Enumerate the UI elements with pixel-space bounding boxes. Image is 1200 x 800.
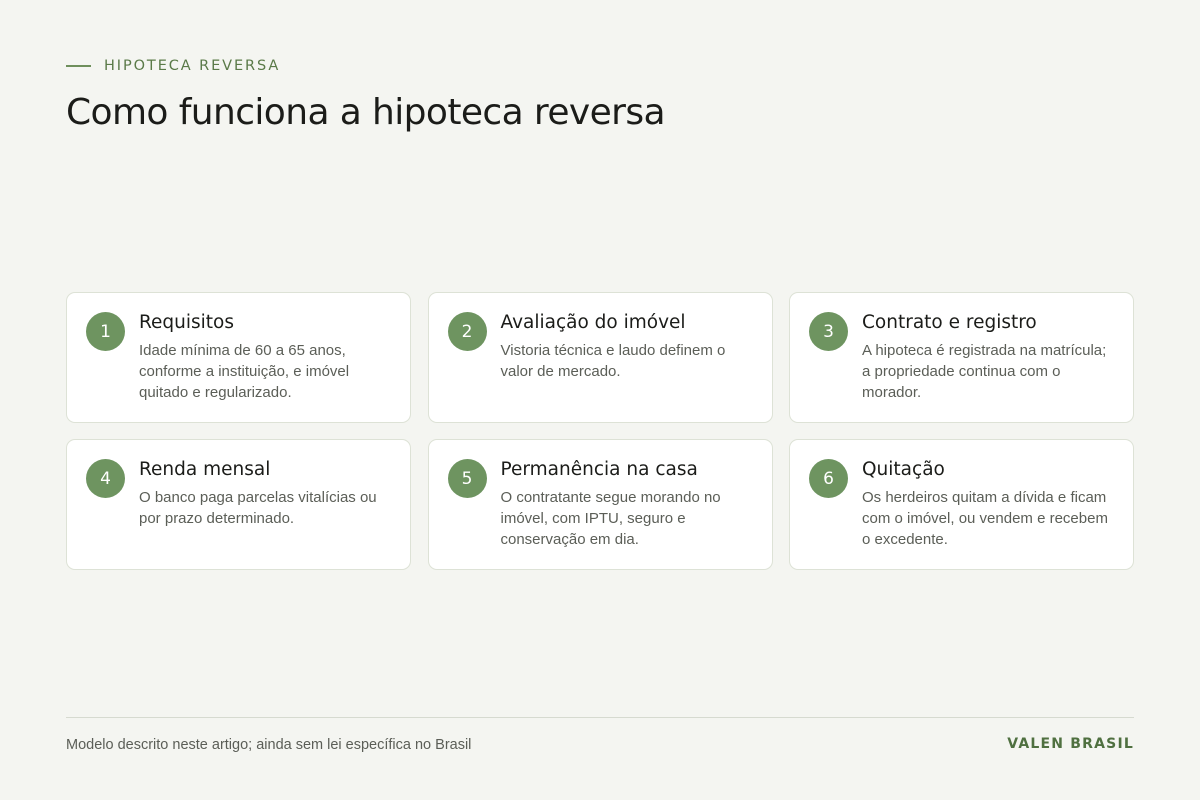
footer-brand: VALEN BRASIL [1007, 736, 1134, 752]
step-title: Contrato e registro [862, 312, 1037, 333]
step-card-6: 6 Quitação Os herdeiros quitam a dívida … [789, 439, 1134, 570]
step-title: Requisitos [139, 312, 235, 333]
step-card-1: 1 Requisitos Idade mínima de 60 a 65 ano… [66, 292, 411, 423]
step-description: A hipoteca é registrada na matrícula; a … [862, 342, 1107, 401]
step-number-badge: 4 [86, 459, 125, 498]
step-description: Idade mínima de 60 a 65 anos, conforme a… [139, 342, 350, 401]
step-number-badge: 3 [809, 312, 848, 351]
step-card-2: 2 Avaliação do imóvel Vistoria técnica e… [427, 292, 773, 423]
step-number-badge: 2 [447, 312, 487, 351]
step-number-badge: 5 [447, 459, 487, 498]
step-card-5: 5 Permanência na casa O contratante segu… [427, 439, 773, 570]
steps-grid: 1 Requisitos Idade mínima de 60 a 65 ano… [66, 292, 1134, 570]
footer-divider [66, 717, 1134, 718]
section-eyebrow: HIPOTECA REVERSA [66, 57, 280, 75]
step-number-badge: 6 [809, 459, 848, 498]
step-number-badge: 1 [86, 312, 125, 351]
step-description: O contratante segue morando no imóvel, c… [500, 489, 721, 548]
step-card-3: 3 Contrato e registro A hipoteca é regis… [789, 292, 1134, 423]
eyebrow-label: HIPOTECA REVERSA [104, 58, 281, 74]
step-description: O banco paga parcelas vitalícias ou por … [139, 489, 377, 527]
step-description: Os herdeiros quitam a dívida e ficam com… [862, 489, 1108, 548]
step-title: Renda mensal [139, 459, 271, 480]
step-description: Vistoria técnica e laudo definem o valor… [500, 342, 726, 380]
step-title: Permanência na casa [500, 459, 698, 480]
step-title: Quitação [862, 459, 945, 480]
eyebrow-rule [66, 65, 91, 67]
step-title: Avaliação do imóvel [500, 312, 686, 333]
page-title: Como funciona a hipoteca reversa [66, 92, 666, 133]
step-card-4: 4 Renda mensal O banco paga parcelas vit… [66, 439, 411, 570]
footer-note: Modelo descrito neste artigo; ainda sem … [66, 737, 472, 753]
